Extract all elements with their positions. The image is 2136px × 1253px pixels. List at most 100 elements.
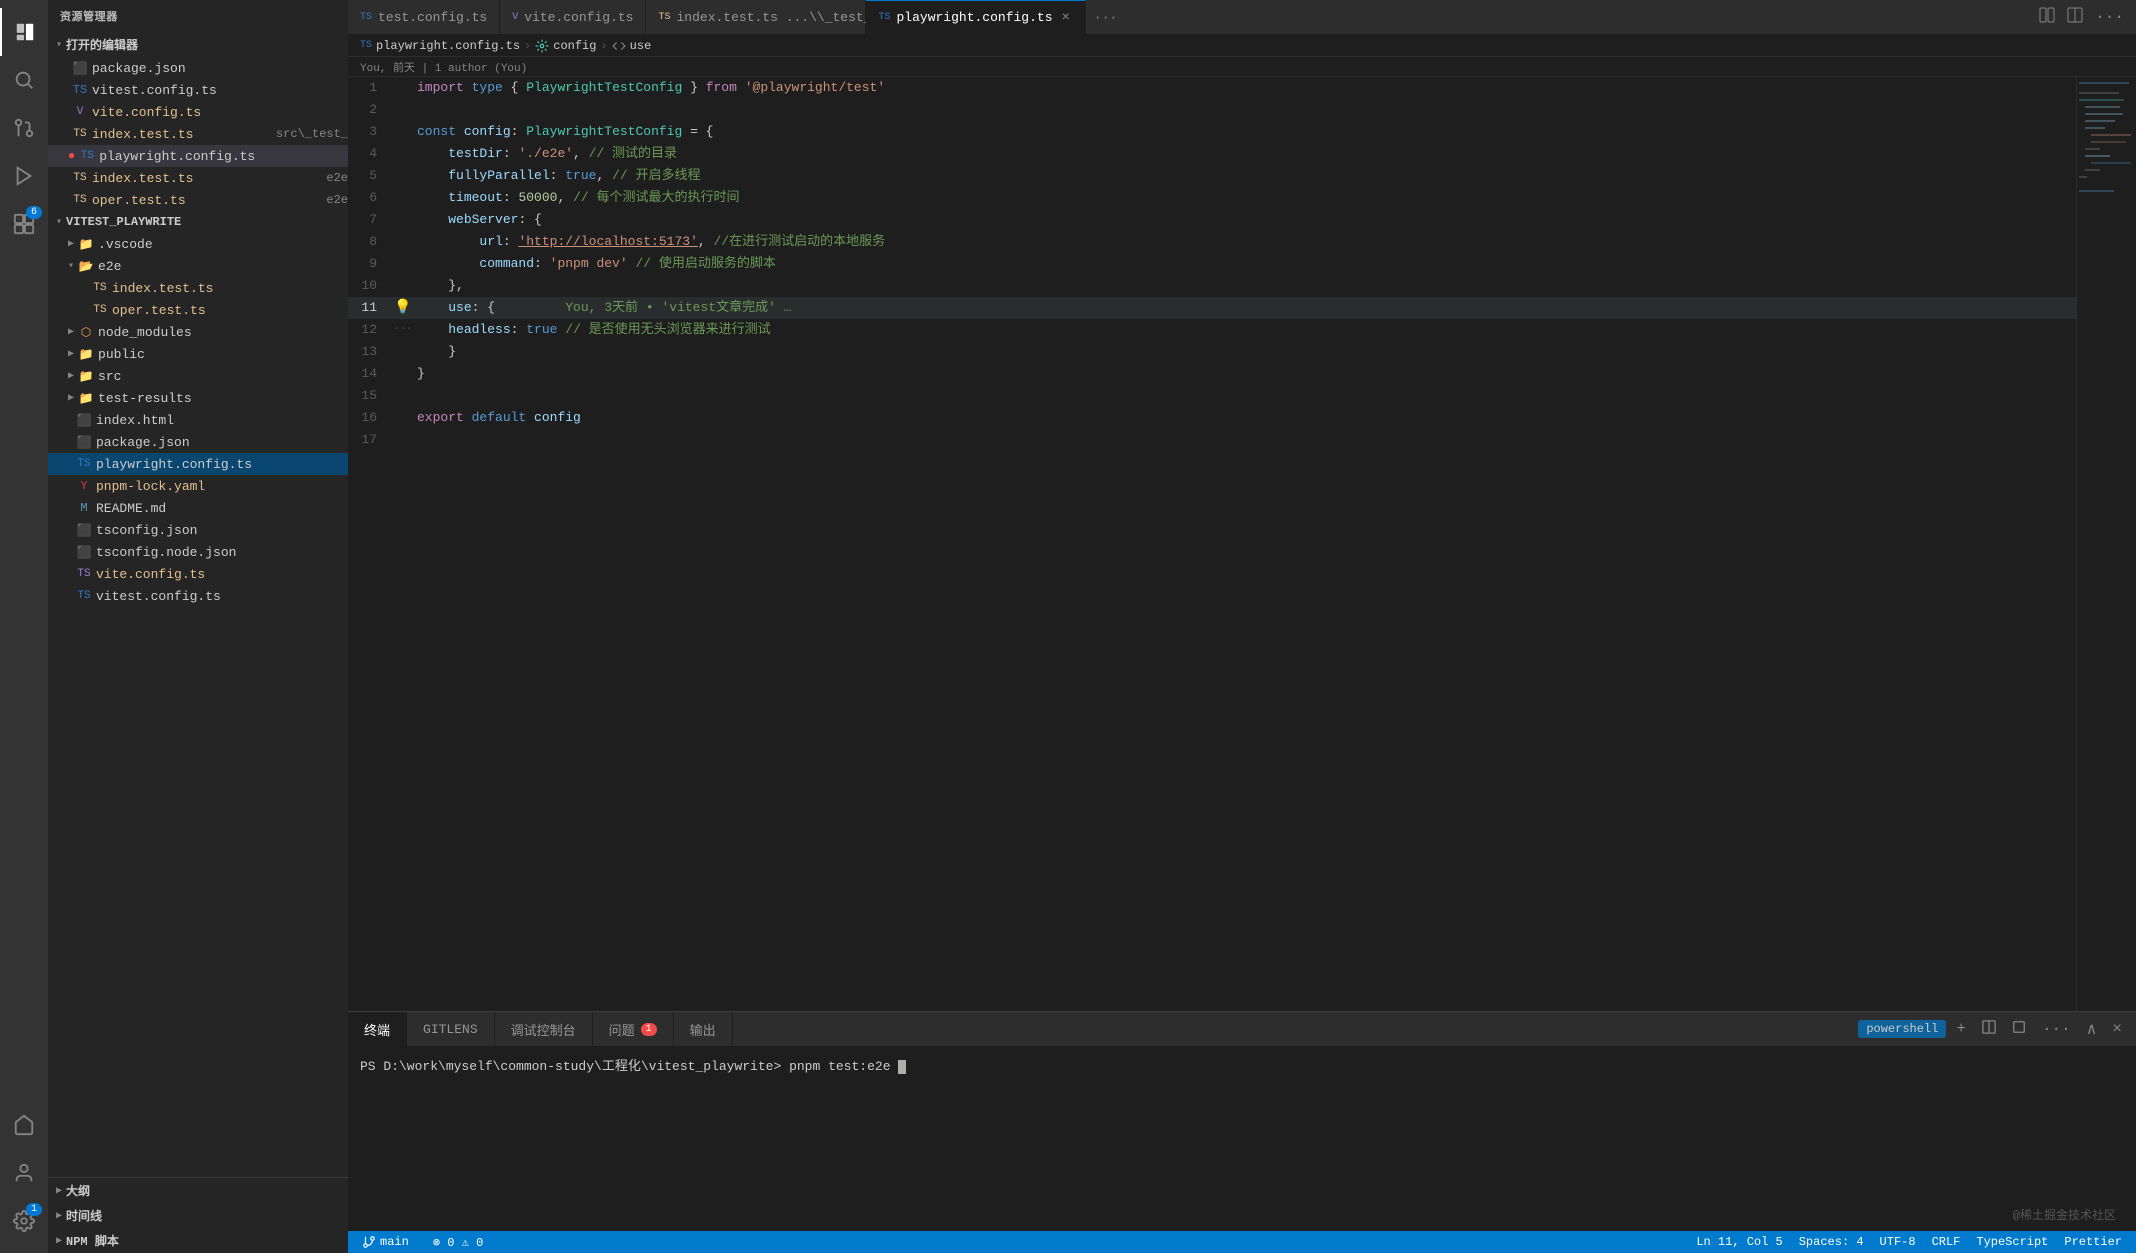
status-errors[interactable]: ⊗ 0 ⚠ 0 [427,1231,489,1253]
open-editor-playwright-config[interactable]: ● TS playwright.config.ts [48,145,348,167]
tab-overflow-button[interactable]: ··· [1086,0,1125,34]
sidebar-bottom-sections: ▶ 大纲 ▶ 时间线 ▶ NPM 脚本 [48,1177,348,1253]
line-num-13: 13 [348,341,393,363]
terminal-tab-gitlens[interactable]: GITLENS [407,1012,495,1046]
open-editor-oper-test-e2e[interactable]: TS oper.test.ts e2e [48,189,348,211]
code-container[interactable]: 1 import type { PlaywrightTestConfig } f… [348,77,2076,1011]
status-encoding[interactable]: UTF-8 [1874,1231,1922,1253]
minimap-svg [2077,77,2136,477]
tree-item-e2e[interactable]: ▾ 📂 e2e [48,255,348,277]
split-editor-button[interactable] [2035,5,2059,30]
json-icon: ⬛ [76,434,92,450]
terminal-kill-button[interactable] [2006,1017,2032,1042]
activity-bar-account[interactable] [0,1149,48,1197]
line-num-2: 2 [348,99,393,121]
open-editor-index-test-e2e[interactable]: TS index.test.ts e2e [48,167,348,189]
tab-test-config[interactable]: TS test.config.ts [348,0,500,34]
tree-item-src[interactable]: ▶ 📁 src [48,365,348,387]
tree-item-index-html[interactable]: ⬛ index.html [48,409,348,431]
timeline-header[interactable]: ▶ 时间线 [48,1203,348,1228]
breadcrumb-sep-1: › [524,39,531,53]
outline-label: 大纲 [66,1182,90,1199]
activity-bar-extensions[interactable]: 6 [0,200,48,248]
outline-header[interactable]: ▶ 大纲 [48,1178,348,1203]
breadcrumb-file[interactable]: playwright.config.ts [376,39,520,53]
line-content-9: command: 'pnpm dev' // 使用启动服务的脚本 [413,253,2076,275]
terminal-tab-problems[interactable]: 问题 1 [593,1012,674,1046]
tree-item-tsconfig[interactable]: ⬛ tsconfig.json [48,519,348,541]
more-actions-button[interactable]: ··· [2091,6,2128,28]
open-editors-list: ⬛ package.json TS vitest.config.ts V vit… [48,57,348,211]
tab-label: playwright.config.ts [896,10,1052,25]
open-editor-index-test[interactable]: TS index.test.ts src\_test_ [48,123,348,145]
editor-layout-button[interactable] [2063,5,2087,30]
tree-item-label: e2e [98,259,348,274]
tree-item-vite-config[interactable]: TS vite.config.ts [48,563,348,585]
activity-bar-search[interactable] [0,56,48,104]
line-num-16: 16 [348,407,393,429]
activity-bar-explorer[interactable] [0,8,48,56]
open-editor-vitest-config[interactable]: TS vitest.config.ts [48,79,348,101]
status-cursor-position[interactable]: Ln 11, Col 5 [1690,1231,1788,1253]
activity-bar-run[interactable] [0,152,48,200]
tab-vite-config[interactable]: V vite.config.ts [500,0,646,34]
tree-item-readme[interactable]: M README.md [48,497,348,519]
status-git-branch[interactable]: main [356,1231,415,1253]
terminal-collapse-button[interactable]: ∧ [2081,1016,2103,1042]
tree-item-tsconfig-node[interactable]: ⬛ tsconfig.node.json [48,541,348,563]
open-editor-vite-config[interactable]: V vite.config.ts [48,101,348,123]
npm-scripts-header[interactable]: ▶ NPM 脚本 [48,1228,348,1253]
open-editor-package-json[interactable]: ⬛ package.json [48,57,348,79]
activity-bar-settings[interactable]: 1 [0,1197,48,1245]
tree-item-package-json[interactable]: ⬛ package.json [48,431,348,453]
activity-bar-remote[interactable] [0,1101,48,1149]
status-formatter[interactable]: Prettier [2058,1231,2128,1253]
terminal-tab-terminal[interactable]: 终端 [348,1012,407,1046]
tree-item-node-modules[interactable]: ▶ ⬡ node_modules [48,321,348,343]
line-content-11: use: { You, 3天前 • 'vitest文章完成' … [413,297,2076,319]
tree-item-test-results[interactable]: ▶ 📁 test-results [48,387,348,409]
status-line-ending[interactable]: CRLF [1926,1231,1967,1253]
tree-item-pnpm-lock[interactable]: Y pnpm-lock.yaml [48,475,348,497]
terminal-shell-selector[interactable]: powershell [1858,1020,1946,1038]
terminal-close-button[interactable]: × [2106,1017,2128,1041]
tree-item-vscode[interactable]: ▶ 📁 .vscode [48,233,348,255]
open-editors-header[interactable]: ▾ 打开的编辑器 [48,32,348,57]
gutter-icon-11[interactable]: 💡 [393,297,413,319]
npm-chevron: ▶ [56,1235,62,1247]
line-num-10: 10 [348,275,393,297]
open-editor-sublabel: src\_test_ [276,127,348,141]
tree-item-vitest-config[interactable]: TS vitest.config.ts [48,585,348,607]
status-indentation[interactable]: Spaces: 4 [1793,1231,1870,1253]
tree-item-index-test[interactable]: TS index.test.ts [48,277,348,299]
activity-bar-source-control[interactable] [0,104,48,152]
ts-icon: TS [76,566,92,582]
tree-item-oper-test[interactable]: TS oper.test.ts [48,299,348,321]
tree-item-label: README.md [96,501,348,516]
terminal-split-button[interactable] [1976,1017,2002,1042]
code-line-6: 6 timeout: 50000, // 每个测试最大的执行时间 [348,187,2076,209]
status-language[interactable]: TypeScript [1970,1231,2054,1253]
project-tree-header[interactable]: ▾ VITEST_PLAYWRITE [48,211,348,233]
tree-item-playwright-config[interactable]: TS playwright.config.ts [48,453,348,475]
terminal-command: pnpm test:e2e [789,1059,890,1074]
terminal-content[interactable]: PS D:\work\myself\common-study\工程化\vites… [348,1047,2136,1231]
git-blame-text: You, 前天 | 1 author (You) [360,59,527,75]
tab-label: test.config.ts [378,10,487,25]
breadcrumb-use[interactable]: use [630,39,652,53]
tab-playwright-config[interactable]: TS playwright.config.ts × [866,0,1085,34]
git-blame-bar: You, 前天 | 1 author (You) [348,57,2136,77]
tab-close-button[interactable]: × [1059,9,1073,27]
terminal-tab-debug[interactable]: 调试控制台 [495,1012,593,1046]
terminal-area: 终端 GITLENS 调试控制台 问题 1 输出 powershell [348,1011,2136,1231]
terminal-tab-output[interactable]: 输出 [674,1012,733,1046]
tree-item-public[interactable]: ▶ 📁 public [48,343,348,365]
terminal-more-button[interactable]: ··· [2036,1017,2077,1041]
language-label: TypeScript [1976,1235,2048,1249]
tab-index-test[interactable]: TS index.test.ts ...\\_test_ [646,0,866,34]
breadcrumb-config[interactable]: config [553,39,596,53]
code-line-9: 9 command: 'pnpm dev' // 使用启动服务的脚本 [348,253,2076,275]
tab-ts-git-icon: TS [658,12,670,23]
terminal-add-button[interactable]: + [1950,1017,1972,1041]
vite-icon: V [72,104,88,120]
